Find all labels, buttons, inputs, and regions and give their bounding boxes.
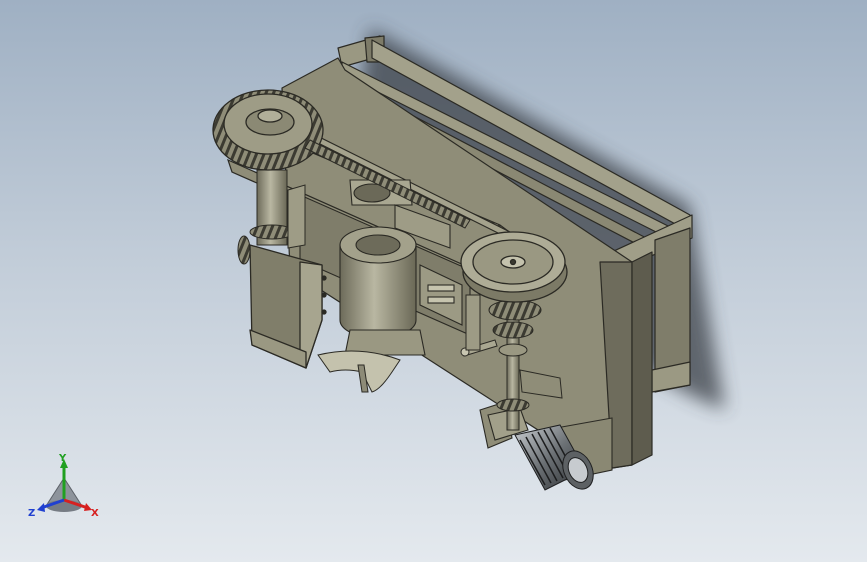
- z-axis-label: Z: [28, 508, 35, 519]
- y-axis-label: Y: [58, 453, 67, 464]
- graphics-viewport[interactable]: Y X Z: [0, 0, 867, 562]
- x-axis-label: X: [91, 508, 99, 519]
- view-orientation-triad[interactable]: Y X Z: [0, 0, 867, 562]
